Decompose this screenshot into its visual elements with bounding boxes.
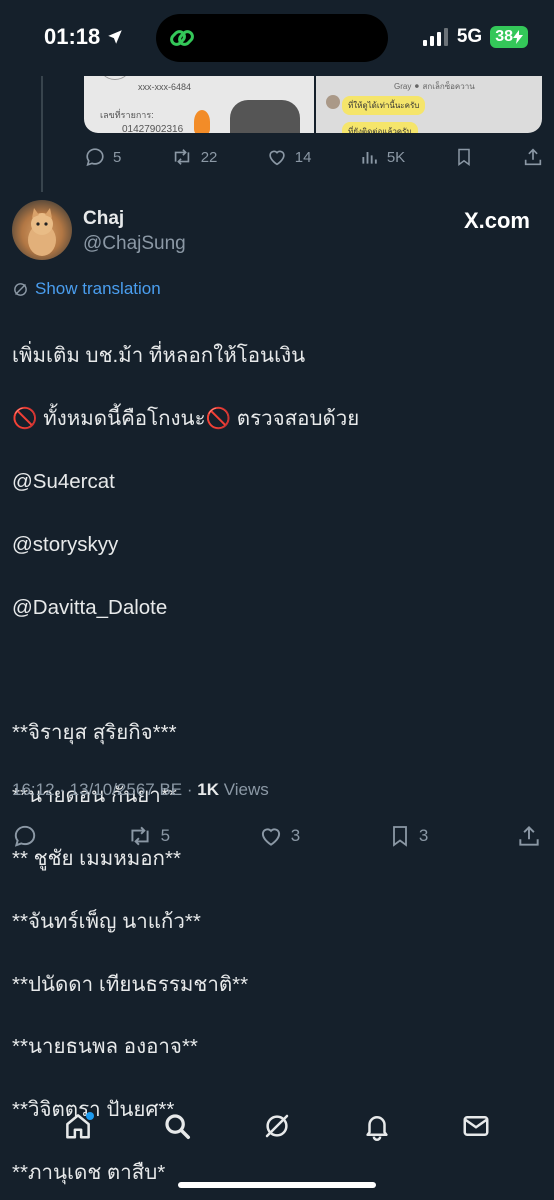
bookmark-icon xyxy=(392,826,407,847)
notification-dot xyxy=(85,1112,94,1120)
tweet-line: **นายธนพล องอาจ** xyxy=(12,1035,198,1059)
dynamic-island xyxy=(156,14,388,62)
location-arrow-icon xyxy=(108,30,123,44)
link-chain-icon xyxy=(170,30,194,46)
author-name[interactable]: Chaj xyxy=(83,208,124,230)
tab-notifications[interactable] xyxy=(357,1106,397,1146)
retweet-count: 5 xyxy=(160,826,171,845)
tab-messages[interactable] xyxy=(456,1106,496,1146)
tweet-body: เพิ่มเติม บช.ม้า ที่หลอกให้โอนเงิน 🚫 ทั้… xyxy=(12,309,542,1200)
chat-header: Gray ⚫ สกเล็กซ็อควาน xyxy=(394,82,475,91)
tab-search[interactable] xyxy=(157,1106,197,1146)
chat-bubble-1: ที่ให้ดูได้เท่านี้นะครับ xyxy=(342,96,426,115)
views-button[interactable]: 5K xyxy=(360,147,405,167)
status-bar: 01:18 5G 38 xyxy=(0,0,554,76)
avatar[interactable] xyxy=(12,200,72,260)
status-time: 01:18 xyxy=(44,24,124,50)
chat-avatar xyxy=(326,95,340,109)
bottom-tab-bar xyxy=(0,1098,554,1154)
retweet-count: 22 xyxy=(200,148,218,166)
timestamp: 16:12 · 13/10/2567 BE · xyxy=(12,780,198,799)
tweet-line: 🚫 ทั้งหมดนี้คือโกงนะ🚫 ตรวจสอบด้วย xyxy=(12,407,360,431)
reply-icon xyxy=(86,148,104,167)
views-count[interactable]: 1K xyxy=(197,780,219,799)
signal-icon xyxy=(422,28,448,46)
show-translation-label: Show translation xyxy=(35,279,161,298)
retweet-button[interactable]: 22 xyxy=(170,146,218,168)
thread-line xyxy=(41,60,43,192)
tweet-line: **จิรายุส สุริยกิจ*** xyxy=(12,721,177,745)
tweet-actions: 5 3 3 xyxy=(12,822,542,850)
like-button[interactable]: 14 xyxy=(266,146,312,168)
like-count: 3 xyxy=(290,826,301,845)
share-button[interactable] xyxy=(522,146,544,168)
tab-grok[interactable] xyxy=(257,1106,297,1146)
views-chart-icon xyxy=(362,152,377,164)
charging-bolt-icon xyxy=(513,30,523,44)
previous-tweet-actions: 5 22 14 5K xyxy=(84,146,544,168)
bookmark-icon xyxy=(457,148,470,166)
cat-sticker xyxy=(230,100,300,133)
cat-avatar-image xyxy=(28,208,56,256)
share-icon xyxy=(524,148,542,166)
reply-button[interactable]: 5 xyxy=(84,146,121,168)
share-icon xyxy=(519,825,539,846)
tweet-line: **ปนัดดา เทียนธรรมชาติ** xyxy=(12,972,249,996)
retweet-icon xyxy=(131,826,149,846)
views-count: 5K xyxy=(386,148,406,166)
network-label: 5G xyxy=(456,26,483,47)
reply-icon xyxy=(14,825,36,847)
grok-icon xyxy=(265,1114,289,1138)
views-label: Views xyxy=(218,780,269,799)
author-handle[interactable]: @ChajSung xyxy=(83,233,186,255)
tab-home[interactable] xyxy=(58,1106,98,1146)
battery-level: 38 xyxy=(495,28,513,45)
bookmark-button[interactable] xyxy=(454,146,474,168)
tweet-meta: 16:12 · 13/10/2567 BE · 1K Views xyxy=(12,780,269,800)
home-indicator[interactable] xyxy=(178,1182,376,1188)
retweet-icon xyxy=(174,149,189,165)
status-indicators: 5G 38 xyxy=(422,26,528,48)
like-count: 14 xyxy=(294,148,312,166)
tweet-line: **จันทร์เพ็ญ นาแก้ว** xyxy=(12,909,201,933)
like-button[interactable]: 3 xyxy=(258,823,300,849)
retweet-button[interactable]: 5 xyxy=(126,823,170,849)
x-watermark-text: X.com xyxy=(463,208,530,233)
search-icon xyxy=(165,1114,191,1139)
chat-bubble-2: ที่ยังติดต่อแล้วครับ xyxy=(342,122,418,133)
heart-icon xyxy=(269,150,285,166)
reply-count: 5 xyxy=(113,148,122,166)
clock: 01:18 xyxy=(44,24,101,49)
show-translation-button[interactable]: Show translation xyxy=(12,279,161,299)
mention-link[interactable]: @Davitta_Dalote xyxy=(12,592,542,623)
translate-icon xyxy=(14,282,27,296)
tweet-line: เพิ่มเติม บช.ม้า ที่หลอกให้โอนเงิน xyxy=(12,344,306,368)
notifications-icon xyxy=(365,1116,388,1141)
bookmark-button[interactable]: 3 xyxy=(388,823,428,849)
media-text-3: 01427902316 xyxy=(122,124,184,133)
reply-button[interactable] xyxy=(12,823,38,849)
heart-icon xyxy=(261,828,280,846)
mention-link[interactable]: @storyskyy xyxy=(12,529,542,560)
tweet-header: Chaj @ChajSung X.com xyxy=(12,200,542,262)
bookmark-count: 3 xyxy=(418,826,429,845)
battery-indicator: 38 xyxy=(490,26,528,48)
fire-sticker xyxy=(194,110,210,133)
media-text-2: เลขที่รายการ: xyxy=(100,110,154,120)
mention-link[interactable]: @Su4ercat xyxy=(12,466,542,497)
share-button[interactable] xyxy=(516,823,542,849)
x-watermark: X.com xyxy=(464,208,530,234)
messages-icon xyxy=(463,1116,489,1136)
media-text-1: xxx-xxx-6484 xyxy=(138,82,192,92)
